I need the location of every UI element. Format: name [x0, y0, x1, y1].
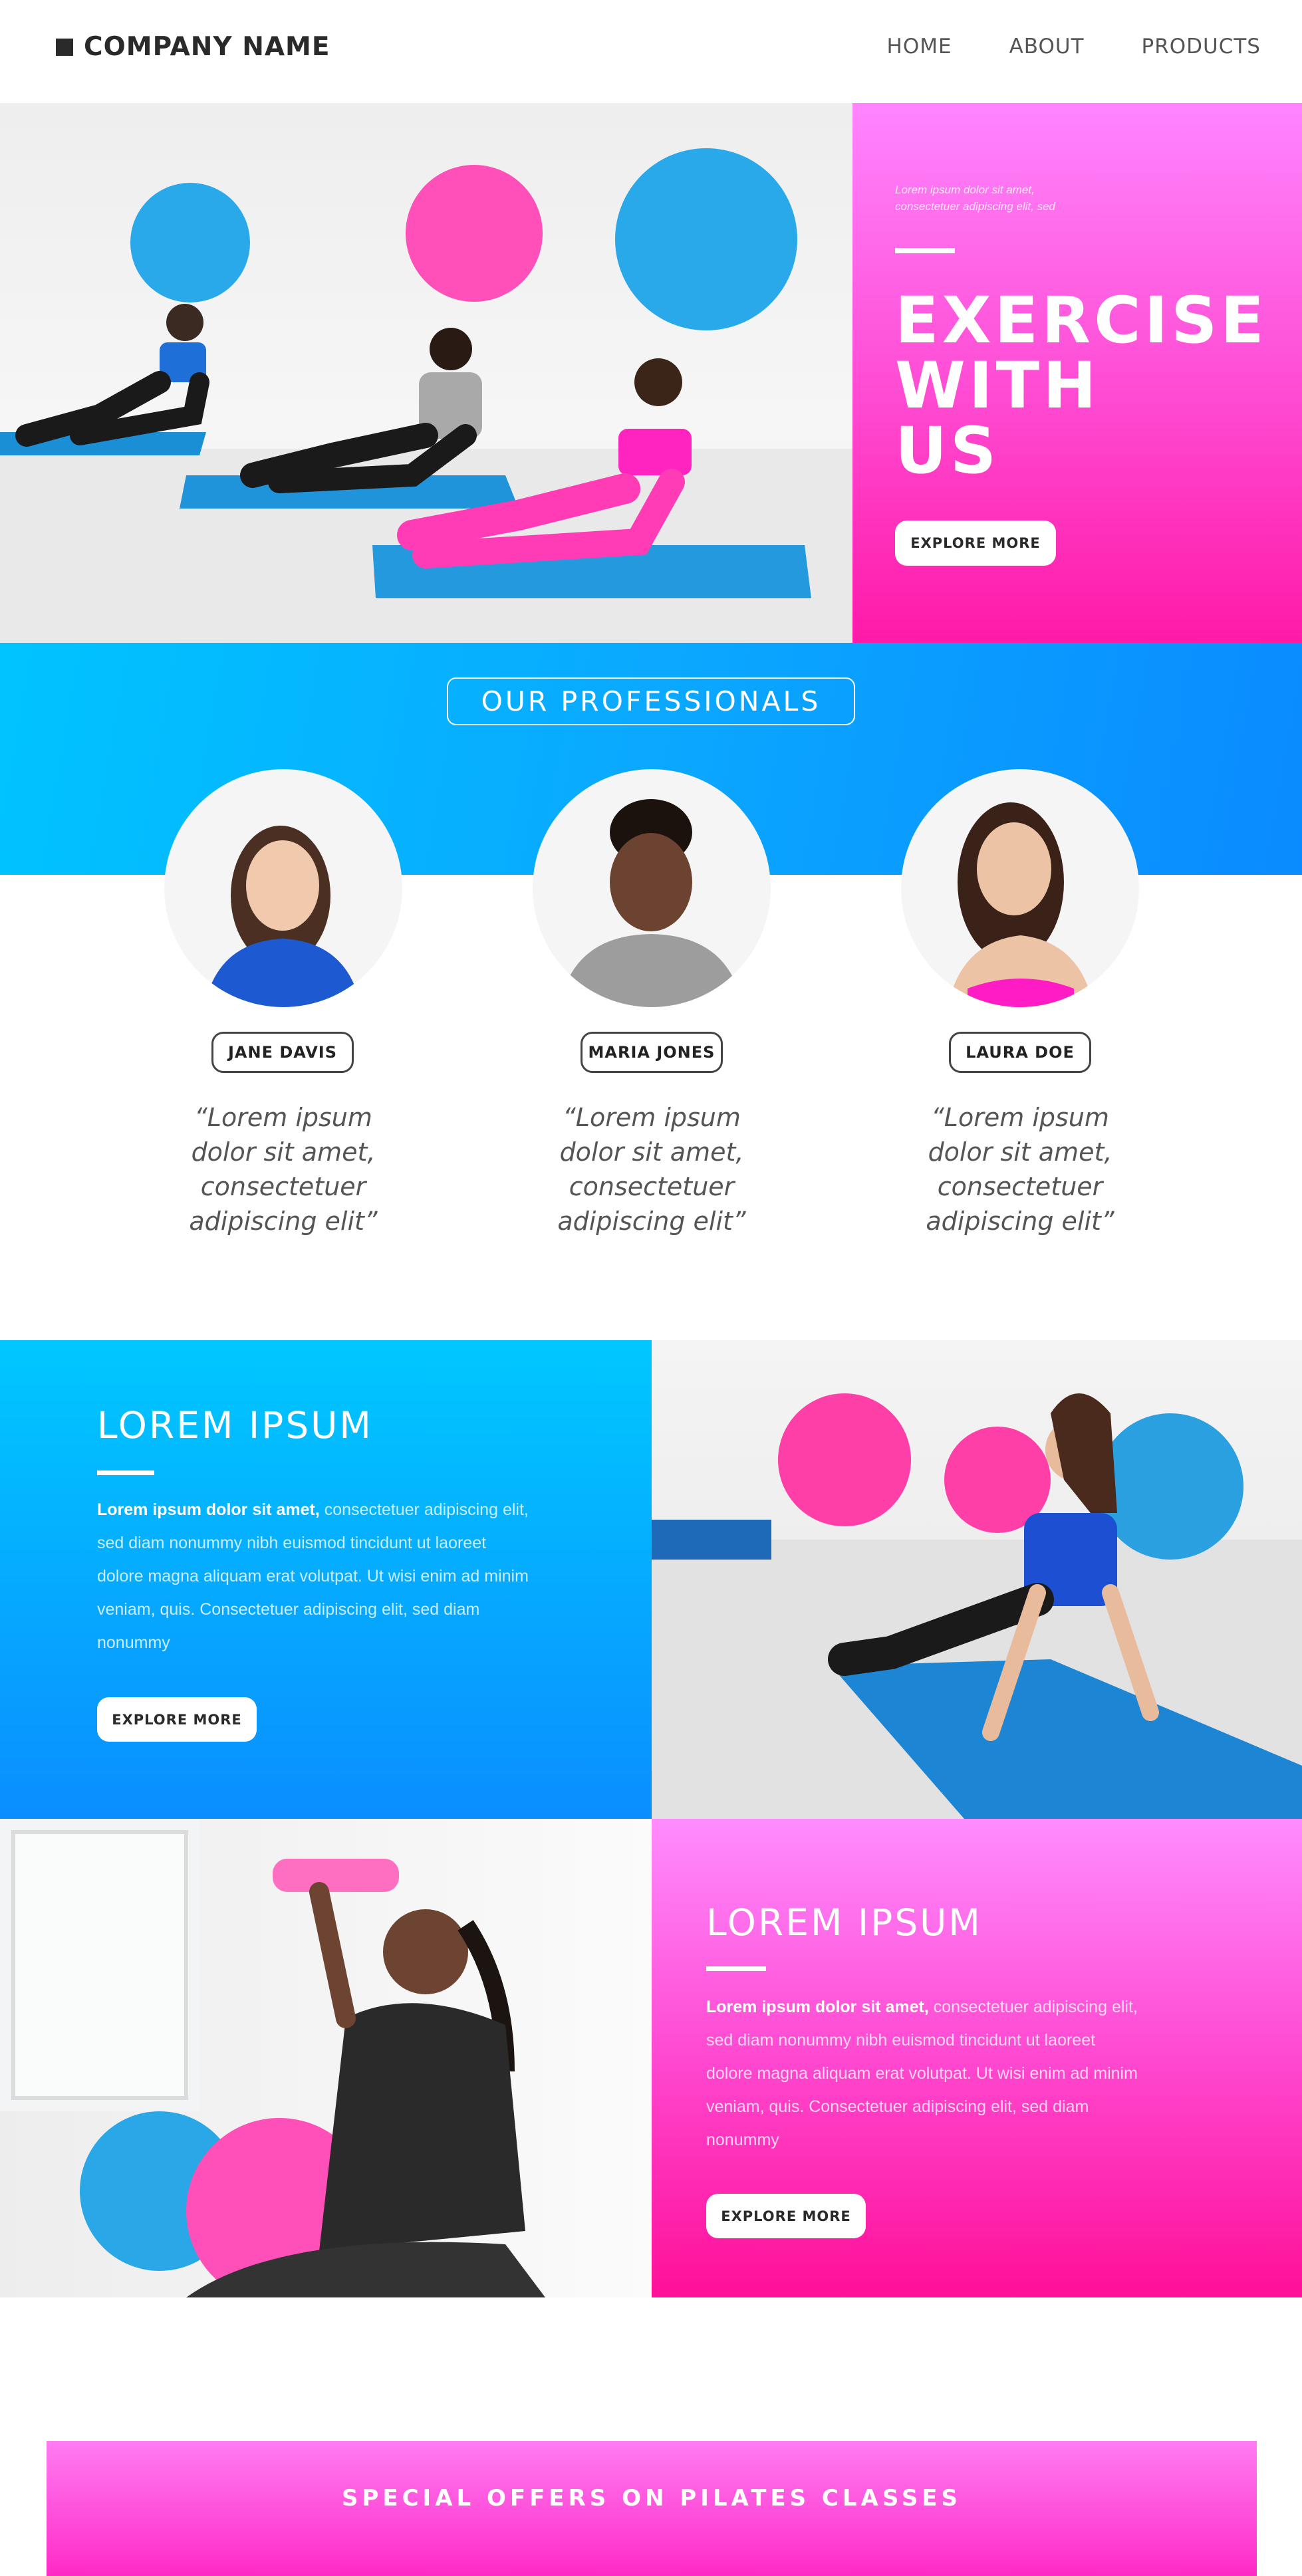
quote-line: adipiscing elit”: [926, 1207, 1114, 1236]
company-name: COMPANY NAME: [84, 32, 330, 62]
main-nav: HOME ABOUT PRODUCTS: [887, 35, 1261, 59]
quote-jane-davis: “Lorem ipsum dolor sit amet, consectetue…: [157, 1100, 410, 1238]
quote-maria-jones: “Lorem ipsum dolor sit amet, consectetue…: [525, 1100, 778, 1238]
feature1-panel: LOREM IPSUM Lorem ipsum dolor sit amet, …: [0, 1340, 652, 1819]
quote-line: “Lorem ipsum: [931, 1103, 1109, 1132]
avatar-illustration: [204, 826, 361, 1007]
feature2-divider: [706, 1966, 766, 1971]
hero-title-line3: US: [895, 413, 1000, 488]
quote-line: consectetuer: [937, 1172, 1103, 1201]
quote-line: consectetuer: [200, 1172, 366, 1201]
feature2-illustration: [0, 1819, 545, 2297]
nav-about[interactable]: ABOUT: [1009, 35, 1085, 59]
feature1-body-text: consectetuer adipiscing elit, sed diam n…: [97, 1500, 529, 1652]
special-offer-banner[interactable]: SPECIAL OFFERS ON PILATES CLASSES: [47, 2441, 1257, 2576]
feature1-illustration: [652, 1393, 1302, 1819]
hero-illustration: [0, 148, 852, 643]
hero-tagline-line2: consectetuer adipiscing elit, sed: [895, 200, 1055, 213]
avatar-maria-jones: [533, 769, 771, 1007]
avatar-illustration: [559, 799, 743, 1007]
professionals-title: OUR PROFESSIONALS: [447, 677, 855, 725]
hero-image: [0, 103, 852, 643]
avatar-laura-doe: [901, 769, 1139, 1007]
hero-tagline-line1: Lorem ipsum dolor sit amet,: [895, 183, 1035, 196]
avatar-illustration: [948, 802, 1094, 1007]
hero-title: EXERCISE WITH US: [895, 288, 1267, 483]
hero-tagline: Lorem ipsum dolor sit amet, consectetuer…: [895, 181, 1134, 215]
name-maria-jones: MARIA JONES: [581, 1032, 723, 1073]
name-jane-davis: JANE DAVIS: [211, 1032, 354, 1073]
quote-line: consectetuer: [569, 1172, 735, 1201]
quote-line: dolor sit amet,: [928, 1137, 1112, 1167]
feature2-title: LOREM IPSUM: [706, 1901, 982, 1944]
feature1-divider: [97, 1470, 154, 1475]
feature1-body-bold: Lorem ipsum dolor sit amet,: [97, 1500, 320, 1519]
feature2-explore-button[interactable]: EXPLORE MORE: [706, 2194, 866, 2238]
avatar-jane-davis: [164, 769, 402, 1007]
special-offer-text: SPECIAL OFFERS ON PILATES CLASSES: [341, 2485, 962, 2512]
quote-laura-doe: “Lorem ipsum dolor sit amet, consectetue…: [894, 1100, 1146, 1238]
quote-line: “Lorem ipsum: [563, 1103, 741, 1132]
hero-explore-button[interactable]: EXPLORE MORE: [895, 521, 1056, 566]
quote-line: “Lorem ipsum: [194, 1103, 372, 1132]
hero-divider: [895, 248, 955, 253]
hero-title-line2: WITH: [895, 348, 1100, 423]
logo-square-icon: [56, 38, 73, 56]
feature2-body: Lorem ipsum dolor sit amet, consectetuer…: [706, 1990, 1145, 2157]
nav-products[interactable]: PRODUCTS: [1142, 35, 1261, 59]
feature1-explore-button[interactable]: EXPLORE MORE: [97, 1697, 257, 1742]
nav-home[interactable]: HOME: [887, 35, 952, 59]
feature1-body: Lorem ipsum dolor sit amet, consectetuer…: [97, 1493, 536, 1659]
quote-line: adipiscing elit”: [557, 1207, 746, 1236]
name-laura-doe: LAURA DOE: [949, 1032, 1091, 1073]
feature2-image: [0, 1819, 652, 2297]
feature1-title: LOREM IPSUM: [97, 1404, 373, 1447]
quote-line: dolor sit amet,: [559, 1137, 744, 1167]
feature2-body-text: consectetuer adipiscing elit, sed diam n…: [706, 1998, 1138, 2149]
feature2-panel: LOREM IPSUM Lorem ipsum dolor sit amet, …: [652, 1819, 1302, 2297]
logo[interactable]: COMPANY NAME: [56, 32, 330, 62]
hero-panel: Lorem ipsum dolor sit amet, consectetuer…: [852, 103, 1302, 643]
site-header: COMPANY NAME HOME ABOUT PRODUCTS: [0, 0, 1302, 103]
feature1-image: [652, 1340, 1302, 1819]
quote-line: adipiscing elit”: [189, 1207, 378, 1236]
quote-line: dolor sit amet,: [191, 1137, 376, 1167]
feature2-body-bold: Lorem ipsum dolor sit amet,: [706, 1998, 929, 2016]
hero-title-line1: EXERCISE: [895, 283, 1267, 358]
